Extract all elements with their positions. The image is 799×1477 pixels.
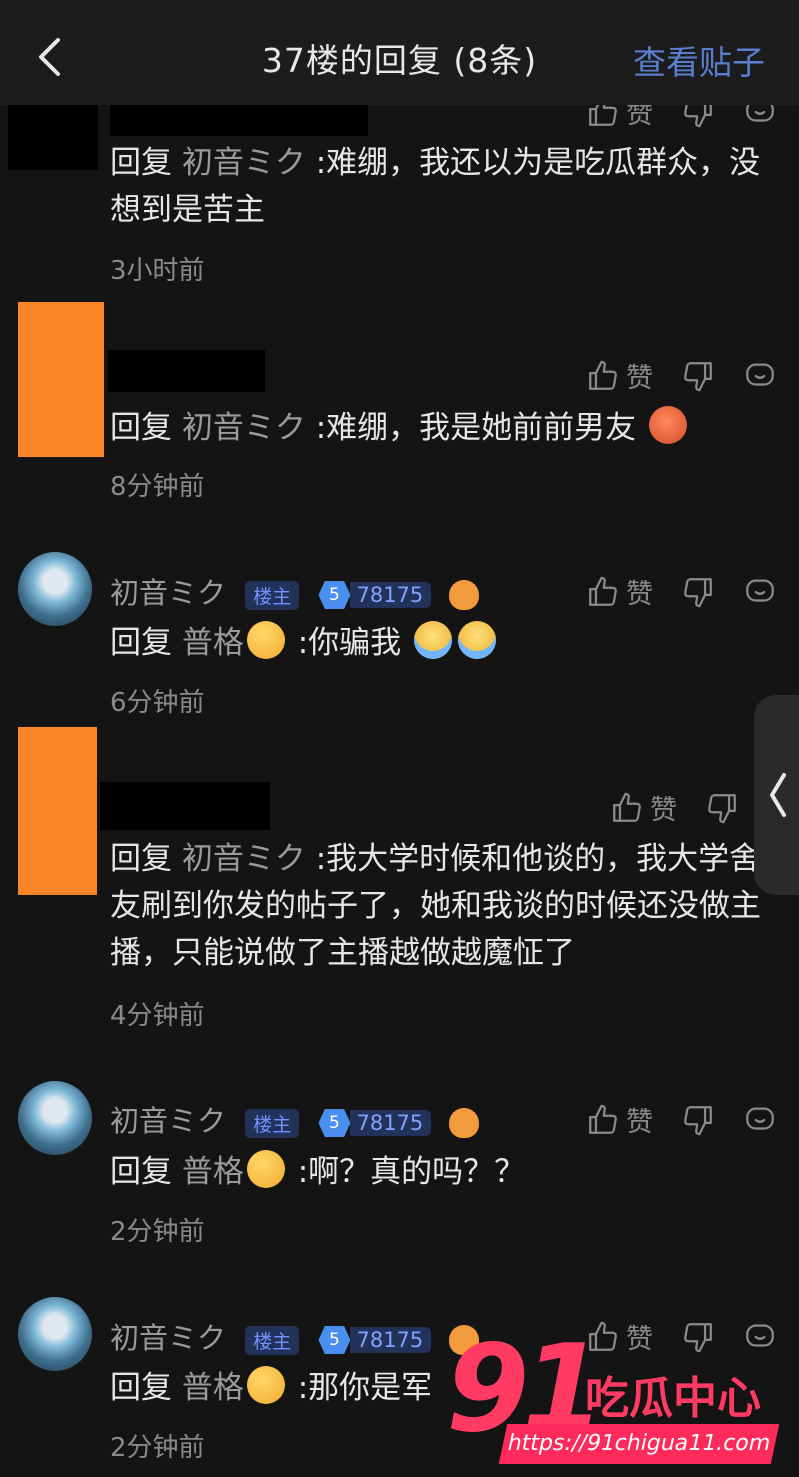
medal-icon: [448, 580, 479, 610]
watermark-url: https://91chigua11.com: [498, 1424, 780, 1464]
thumb-down-icon: [708, 793, 736, 823]
thumb-down-icon: [684, 361, 712, 391]
reply-content: 回复 初音ミク :我大学时候和他谈的，我大学舍友刷到你发的帖子了，她和我谈的时候…: [110, 836, 780, 977]
level-badge: 5 78175: [318, 581, 432, 609]
reply-time: 2分钟前: [110, 1433, 205, 1463]
side-drawer-handle[interactable]: [754, 695, 799, 895]
reply-prefix: 回复: [110, 410, 172, 446]
host-badge: 楼主: [245, 1108, 300, 1138]
thumb-down-icon: [684, 1105, 712, 1135]
like-button[interactable]: 赞: [586, 1100, 653, 1139]
dislike-button[interactable]: [681, 359, 715, 393]
like-button[interactable]: 赞: [610, 788, 677, 827]
reply-content: 回复 普格 :啊？真的吗？？: [110, 1149, 780, 1196]
reply-content: 回复 初音ミク :难绷，我是她前前男友: [110, 405, 780, 452]
reply-time: 8分钟前: [110, 472, 205, 502]
cry-emoji-icon: [458, 621, 497, 659]
level-badge: 5 78175: [318, 1326, 432, 1354]
comment-button[interactable]: [743, 575, 777, 609]
top-bar: 37楼的回复 (8条) 查看贴子: [0, 0, 799, 105]
redacted-avatar: [18, 302, 104, 457]
thumb-down-icon: [684, 1322, 712, 1352]
mention-link[interactable]: 普格: [182, 1154, 244, 1190]
kiss-emoji-icon: [246, 1366, 285, 1404]
thumb-up-icon: [589, 1104, 617, 1134]
author-name[interactable]: 初音ミク: [110, 576, 226, 610]
cry-emoji-icon: [414, 621, 453, 659]
comment-icon: [746, 1324, 774, 1347]
watermark-name: 吃瓜中心: [585, 1373, 761, 1424]
medal-icon: [448, 1108, 479, 1138]
reply-text: :难绷，我是她前前男友: [315, 410, 637, 446]
kiss-emoji-icon: [246, 621, 285, 659]
comment-button[interactable]: [743, 359, 777, 393]
level-score: 78175: [350, 1327, 432, 1353]
author-name[interactable]: 初音ミク: [110, 1104, 226, 1138]
chevron-left-icon: [770, 773, 786, 817]
reply-prefix: 回复: [110, 145, 172, 181]
reply-actions: 赞: [558, 356, 777, 395]
mention-link[interactable]: 初音ミク: [182, 841, 306, 877]
mention-link[interactable]: 普格: [182, 1370, 244, 1406]
author-name[interactable]: 初音ミク: [110, 1321, 226, 1355]
avatar[interactable]: [18, 552, 92, 626]
reply-time: 3小时前: [110, 256, 205, 286]
reply-time: 2分钟前: [110, 1217, 205, 1247]
reply-actions: 赞: [558, 1100, 777, 1139]
thumb-up-icon: [613, 792, 641, 822]
level-gem-icon: 5: [318, 581, 351, 609]
mention-link[interactable]: 初音ミク: [182, 145, 306, 181]
mention-link[interactable]: 普格: [182, 625, 244, 661]
comment-button[interactable]: [743, 1320, 777, 1354]
angry-emoji-icon: [649, 406, 688, 444]
kiss-emoji-icon: [246, 1150, 285, 1188]
reply-text: :那你是军: [297, 1370, 433, 1406]
redacted-avatar: [18, 727, 97, 895]
reply-text: :你骗我: [297, 625, 402, 661]
reply-prefix: 回复: [110, 1154, 172, 1190]
dislike-button[interactable]: [681, 1320, 715, 1354]
mention-link[interactable]: 初音ミク: [182, 410, 306, 446]
reply-actions: 赞: [558, 572, 777, 611]
dislike-button[interactable]: [681, 575, 715, 609]
thumb-down-icon: [684, 577, 712, 607]
level-gem-icon: 5: [318, 1109, 351, 1137]
reply-actions: 赞: [582, 788, 739, 827]
reply-prefix: 回复: [110, 841, 172, 877]
comment-icon: [746, 1107, 774, 1130]
thumb-up-icon: [589, 576, 617, 606]
host-badge: 楼主: [245, 580, 300, 610]
reply-time: 4分钟前: [110, 1001, 205, 1031]
dislike-button[interactable]: [681, 1103, 715, 1137]
author-line: 初音ミク 楼主 5 78175: [110, 570, 479, 612]
redacted-username: [100, 782, 270, 830]
host-badge: 楼主: [245, 1325, 300, 1355]
thumb-up-icon: [589, 360, 617, 390]
reply-text: :啊？真的吗？？: [297, 1154, 526, 1190]
view-post-link[interactable]: 查看贴子: [633, 36, 765, 84]
dislike-button[interactable]: [705, 791, 739, 825]
like-button[interactable]: 赞: [586, 572, 653, 611]
avatar[interactable]: [18, 1297, 92, 1371]
comment-button[interactable]: [743, 1103, 777, 1137]
level-badge: 5 78175: [318, 1109, 432, 1137]
comment-icon: [746, 363, 774, 386]
reply-content: 回复 初音ミク :难绷，我还以为是吃瓜群众，没想到是苦主: [110, 140, 780, 234]
avatar[interactable]: [18, 1081, 92, 1155]
level-score: 78175: [350, 582, 432, 608]
redacted-username: [108, 350, 265, 392]
level-score: 78175: [350, 1110, 432, 1136]
reply-prefix: 回复: [110, 1370, 172, 1406]
reply-content: 回复 普格 :你骗我: [110, 620, 780, 667]
comment-icon: [746, 579, 774, 602]
level-gem-icon: 5: [318, 1326, 351, 1354]
author-line: 初音ミク 楼主 5 78175: [110, 1315, 479, 1357]
reply-prefix: 回复: [110, 625, 172, 661]
author-line: 初音ミク 楼主 5 78175: [110, 1098, 479, 1140]
like-button[interactable]: 赞: [586, 356, 653, 395]
reply-time: 6分钟前: [110, 688, 205, 718]
